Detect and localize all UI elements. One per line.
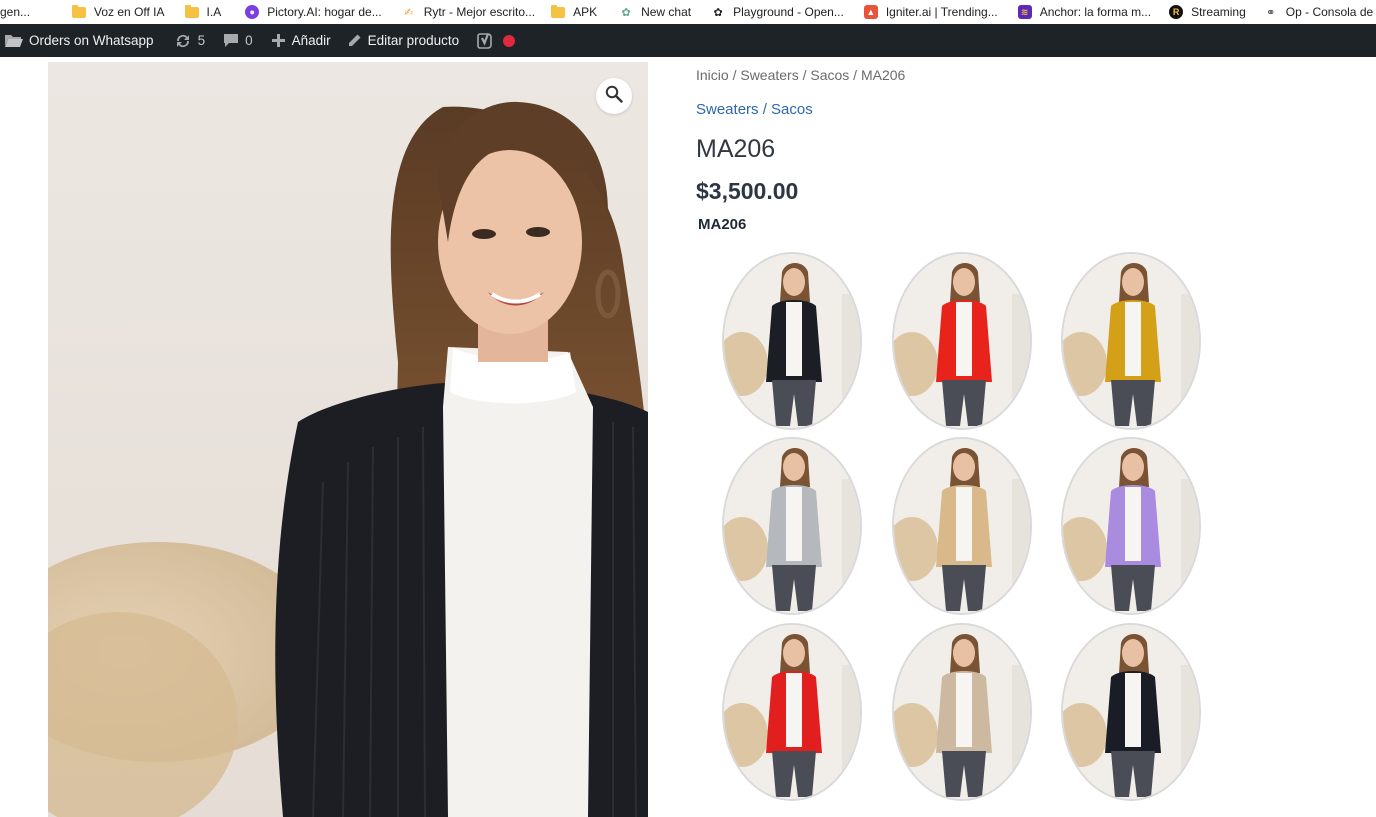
folder-open-icon <box>4 33 23 48</box>
variant-photo <box>1063 439 1199 613</box>
pencil-icon <box>347 33 362 48</box>
orders-label: Orders on Whatsapp <box>29 33 154 48</box>
pen-hand-icon: ✍ <box>404 6 414 19</box>
variant-grey[interactable] <box>722 437 862 615</box>
refresh-icon <box>174 33 192 49</box>
edit-label: Editar producto <box>367 33 460 48</box>
bookmark-pictory[interactable]: ● Pictory.AI: hogar de... <box>239 0 390 24</box>
yoast-icon <box>477 32 493 50</box>
anchor-icon: ≋ <box>1017 5 1032 19</box>
plus-icon <box>271 33 286 48</box>
product-categories-link[interactable]: Sweaters / Sacos <box>696 101 813 118</box>
model-photo <box>48 62 648 817</box>
bookmark-playground[interactable]: ✿ Playground - Open... <box>705 0 852 24</box>
bookmark-label: gen... <box>0 5 31 19</box>
bookmark-label: Op - Consola de ad... <box>1285 5 1376 19</box>
updates-menu[interactable]: 5 <box>166 24 214 57</box>
variant-photo <box>724 625 860 799</box>
variant-photo <box>894 439 1030 613</box>
bookmark-0[interactable]: gen... <box>0 0 38 24</box>
variant-camel[interactable] <box>892 437 1032 615</box>
openai-icon: ✿ <box>621 6 631 19</box>
add-label: Añadir <box>291 33 331 48</box>
bookmark-label: Streaming <box>1191 5 1246 19</box>
variant-photo <box>894 625 1030 799</box>
octopus-icon: ● <box>245 5 260 19</box>
bookmark-new-chat[interactable]: ✿ New chat <box>613 0 699 24</box>
bookmark-anchor[interactable]: ≋ Anchor: la forma m... <box>1012 0 1159 24</box>
yoast-seo-menu[interactable] <box>469 24 523 57</box>
variant-red-2[interactable] <box>722 623 862 801</box>
variant-photo <box>1063 625 1199 799</box>
bookmark-apk[interactable]: APK <box>545 0 605 24</box>
bookmark-igniter[interactable]: ▲ Igniter.ai | Trending... <box>858 0 1006 24</box>
variant-beige[interactable] <box>892 623 1032 801</box>
edit-product-link[interactable]: Editar producto <box>339 24 468 57</box>
bookmark-label: I.A <box>206 5 222 19</box>
seo-score-dot <box>503 34 516 47</box>
bookmark-op-consola[interactable]: ⚭ Op - Consola de ad... <box>1258 0 1376 24</box>
bookmark-label: Voz en Off IA <box>94 5 165 19</box>
bookmark-label: Igniter.ai | Trending... <box>885 5 998 19</box>
variant-lilac[interactable] <box>1061 437 1201 615</box>
variant-photo <box>894 254 1030 428</box>
variant-black[interactable] <box>722 252 862 430</box>
variant-photo <box>724 254 860 428</box>
add-new-menu[interactable]: Añadir <box>263 24 339 57</box>
product-price: $3,500.00 <box>696 178 799 204</box>
bookmark-ia[interactable]: I.A <box>179 0 230 24</box>
bookmark-label: Anchor: la forma m... <box>1039 5 1152 19</box>
wp-admin-bar: Orders on Whatsapp 5 0 Añadir Editar pro… <box>0 24 1376 57</box>
bookmark-rytr[interactable]: ✍ Rytr - Mejor escrito... <box>396 0 543 24</box>
igniter-icon: ▲ <box>863 5 878 19</box>
updates-count: 5 <box>197 33 206 48</box>
orders-whatsapp-menu[interactable]: Orders on Whatsapp <box>0 24 162 57</box>
variant-mustard[interactable] <box>1061 252 1201 430</box>
bookmark-label: Pictory.AI: hogar de... <box>267 5 382 19</box>
folder-icon <box>551 4 566 18</box>
color-variants-grid <box>722 252 1202 812</box>
comments-menu[interactable]: 0 <box>215 24 261 57</box>
variant-navy[interactable] <box>1061 623 1201 801</box>
variant-red[interactable] <box>892 252 1032 430</box>
bookmark-label: APK <box>573 5 598 19</box>
bookmarks-bar: gen... Voz en Off IA I.A ● Pictory.AI: h… <box>0 0 1376 24</box>
magnifier-icon <box>605 85 623 108</box>
streaming-icon: R <box>1169 5 1184 19</box>
bookmark-label: New chat <box>641 5 692 19</box>
comment-icon <box>223 33 239 48</box>
folder-icon <box>184 4 199 18</box>
variant-photo <box>724 439 860 613</box>
folder-icon <box>72 4 87 18</box>
product-sku: MA206 <box>698 216 747 233</box>
bookmark-streaming[interactable]: R Streaming <box>1163 0 1254 24</box>
bookmark-voz-en-off[interactable]: Voz en Off IA <box>66 0 173 24</box>
bookmark-label: Rytr - Mejor escrito... <box>423 5 536 19</box>
bookmark-label: Playground - Open... <box>733 5 844 19</box>
comments-count: 0 <box>245 33 253 48</box>
product-main-image[interactable] <box>48 62 648 817</box>
openai-icon: ✿ <box>713 6 723 19</box>
op-icon: ⚭ <box>1266 6 1276 19</box>
variant-photo <box>1063 254 1199 428</box>
product-title: MA206 <box>696 135 776 163</box>
zoom-button[interactable] <box>596 78 632 114</box>
breadcrumb[interactable]: Inicio / Sweaters / Sacos / MA206 <box>696 67 905 83</box>
